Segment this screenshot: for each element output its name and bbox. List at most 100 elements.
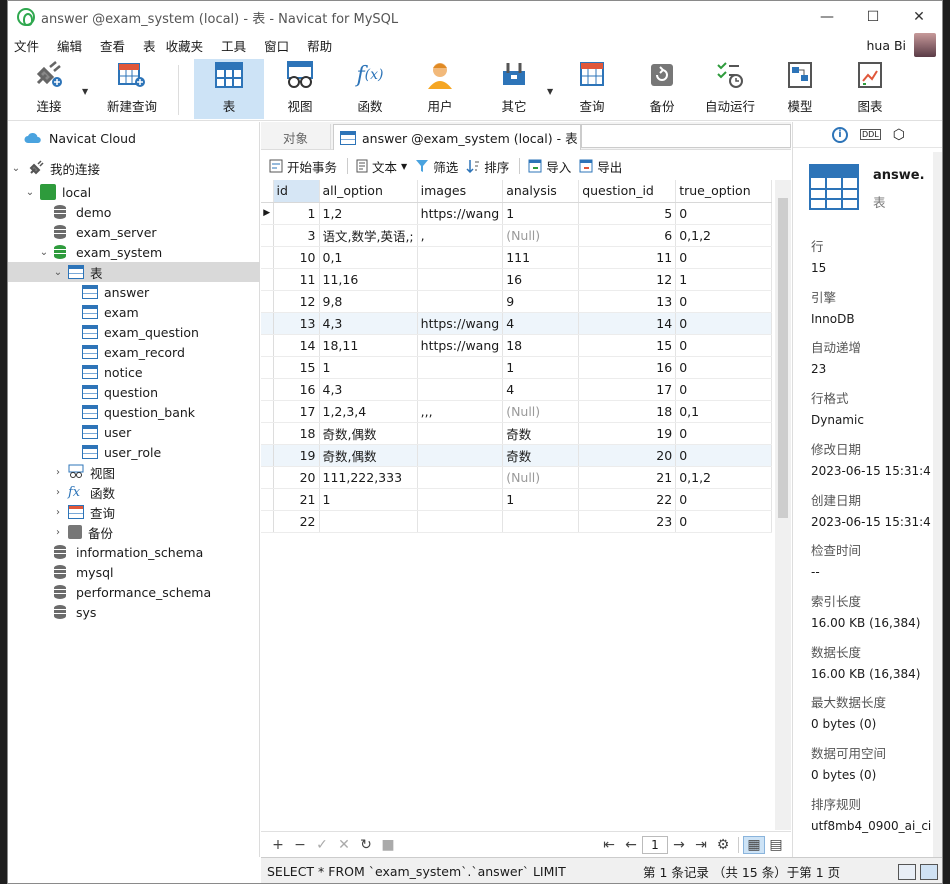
layout-left-icon[interactable] — [898, 863, 916, 880]
tree-views-group[interactable]: › 视图 — [52, 462, 115, 482]
collapse-icon[interactable]: ⌄ — [52, 267, 64, 278]
page-number-input[interactable]: 1 — [642, 835, 668, 854]
table-cell-id[interactable]: 1 — [273, 202, 320, 225]
tree-table-user[interactable]: user — [82, 422, 131, 442]
table-cell-id[interactable]: 17 — [273, 400, 320, 423]
table-cell-all-option[interactable] — [319, 510, 418, 533]
tree-db-exam-server[interactable]: exam_server — [54, 222, 157, 242]
table-cell-question-id[interactable]: 17 — [578, 378, 677, 401]
begin-transaction-button[interactable]: 开始事务 — [269, 157, 337, 176]
table-row[interactable]: 21 1 1 22 0 — [261, 488, 773, 511]
table-cell-images[interactable] — [417, 466, 504, 489]
table-cell-id[interactable]: 11 — [273, 268, 320, 291]
tree-navicat-cloud[interactable]: Navicat Cloud — [24, 128, 136, 148]
toolbar-connect-button[interactable]: 连接 — [22, 59, 76, 119]
expand-icon[interactable]: › — [52, 507, 64, 518]
previous-page-icon[interactable]: ← — [620, 837, 642, 853]
row-marker[interactable] — [261, 488, 274, 511]
table-cell-analysis[interactable]: 奇数 — [502, 444, 580, 467]
toolbar-others-button[interactable]: 其它 — [484, 59, 544, 119]
row-marker[interactable] — [261, 224, 274, 247]
table-cell-true-option[interactable]: 0 — [675, 356, 773, 379]
table-cell-true-option[interactable]: 0,1 — [675, 400, 773, 423]
tree-db-information-schema[interactable]: information_schema — [54, 542, 203, 562]
user-name[interactable]: hua Bi — [866, 38, 906, 53]
table-cell-question-id[interactable]: 12 — [578, 268, 677, 291]
table-cell-id[interactable]: 16 — [273, 378, 320, 401]
table-cell-question-id[interactable]: 15 — [578, 334, 677, 357]
menu-tools[interactable]: 工具 — [215, 36, 258, 55]
tree-connection-local[interactable]: ⌄ local — [24, 182, 91, 202]
tree-queries-group[interactable]: › 查询 — [52, 502, 115, 522]
column-header-analysis[interactable]: analysis — [502, 180, 580, 203]
table-cell-question-id[interactable]: 19 — [578, 422, 677, 445]
table-cell-images[interactable] — [417, 422, 504, 445]
table-cell-images[interactable] — [417, 444, 504, 467]
table-cell-images[interactable] — [417, 356, 504, 379]
table-cell-images[interactable] — [417, 268, 504, 291]
table-cell-id[interactable]: 12 — [273, 290, 320, 313]
toolbar-new-query-button[interactable]: 新建查询 — [98, 59, 166, 119]
table-cell-id[interactable]: 3 — [273, 224, 320, 247]
table-cell-question-id[interactable]: 16 — [578, 356, 677, 379]
tree-db-mysql[interactable]: mysql — [54, 562, 114, 582]
table-cell-images[interactable] — [417, 290, 504, 313]
row-marker[interactable] — [261, 356, 274, 379]
apply-changes-icon[interactable]: ✓ — [311, 837, 333, 853]
table-row[interactable]: 10 0,1 111 11 0 — [261, 246, 773, 269]
tree-table-answer[interactable]: answer — [82, 282, 149, 302]
column-header-all-option[interactable]: all_option — [319, 180, 418, 203]
tree-table-question-bank[interactable]: question_bank — [82, 402, 195, 422]
table-row[interactable]: 12 9,8 9 13 0 — [261, 290, 773, 313]
table-cell-analysis[interactable]: 1 — [502, 488, 580, 511]
table-row[interactable]: 16 4,3 4 17 0 — [261, 378, 773, 401]
table-cell-id[interactable]: 15 — [273, 356, 320, 379]
info-panel-scrollbar[interactable] — [933, 152, 942, 857]
table-cell-id[interactable]: 21 — [273, 488, 320, 511]
tree-table-exam[interactable]: exam — [82, 302, 139, 322]
first-page-icon[interactable]: ⇤ — [598, 837, 620, 853]
table-cell-question-id[interactable]: 18 — [578, 400, 677, 423]
row-marker[interactable] — [261, 290, 274, 313]
others-dropdown-caret[interactable]: ▼ — [547, 87, 553, 96]
sort-button[interactable]: 排序 — [466, 157, 509, 176]
grid-vertical-scrollbar[interactable] — [775, 180, 791, 830]
table-cell-images[interactable]: ,,, — [417, 400, 504, 423]
toolbar-user-button[interactable]: 用户 — [410, 59, 470, 119]
table-cell-all-option[interactable]: 1,2,3,4 — [319, 400, 418, 423]
row-marker[interactable] — [261, 400, 274, 423]
toolbar-table-button[interactable]: 表 — [194, 59, 264, 119]
table-cell-question-id[interactable]: 21 — [578, 466, 677, 489]
tree-table-question[interactable]: question — [82, 382, 158, 402]
connect-dropdown-caret[interactable]: ▼ — [82, 87, 88, 96]
table-row[interactable]: 11 11,16 16 12 1 — [261, 268, 773, 291]
table-row[interactable]: 14 18,11 https://wang 18 15 0 — [261, 334, 773, 357]
tree-table-notice[interactable]: notice — [82, 362, 143, 382]
table-cell-images[interactable]: , — [417, 224, 504, 247]
tab-answer-table[interactable]: answer @exam_system (local) - 表 — [333, 124, 581, 150]
table-cell-all-option[interactable]: 11,16 — [319, 268, 418, 291]
toolbar-function-button[interactable]: f (x) 函数 — [340, 59, 400, 119]
collapse-icon[interactable]: ⌄ — [24, 187, 36, 198]
toolbar-backup-button[interactable]: 备份 — [632, 59, 692, 119]
layout-right-icon[interactable] — [920, 863, 938, 880]
table-row[interactable]: 13 4,3 https://wang 4 14 0 — [261, 312, 773, 335]
hexagon-icon[interactable]: ⬡ — [893, 127, 905, 143]
tree-table-exam-question[interactable]: exam_question — [82, 322, 199, 342]
table-row[interactable]: ▶ 1 1,2 https://wang 1 5 0 — [261, 202, 773, 225]
table-cell-all-option[interactable]: 4,3 — [319, 312, 418, 335]
stop-icon[interactable]: ■ — [377, 837, 399, 853]
table-row[interactable]: 17 1,2,3,4,,, (Null) 18 0,1 — [261, 400, 773, 423]
table-cell-id[interactable]: 14 — [273, 334, 320, 357]
table-cell-all-option[interactable]: 9,8 — [319, 290, 418, 313]
table-cell-all-option[interactable]: 1 — [319, 356, 418, 379]
tree-db-exam-system[interactable]: ⌄ exam_system — [38, 242, 162, 262]
table-cell-images[interactable] — [417, 488, 504, 511]
data-grid[interactable]: id all_option images analysis question_i… — [261, 180, 775, 830]
row-marker[interactable] — [261, 466, 274, 489]
tab-objects[interactable]: 对象 — [261, 124, 331, 150]
table-cell-question-id[interactable]: 6 — [578, 224, 677, 247]
row-marker[interactable] — [261, 422, 274, 445]
row-marker[interactable] — [261, 246, 274, 269]
table-cell-id[interactable]: 10 — [273, 246, 320, 269]
